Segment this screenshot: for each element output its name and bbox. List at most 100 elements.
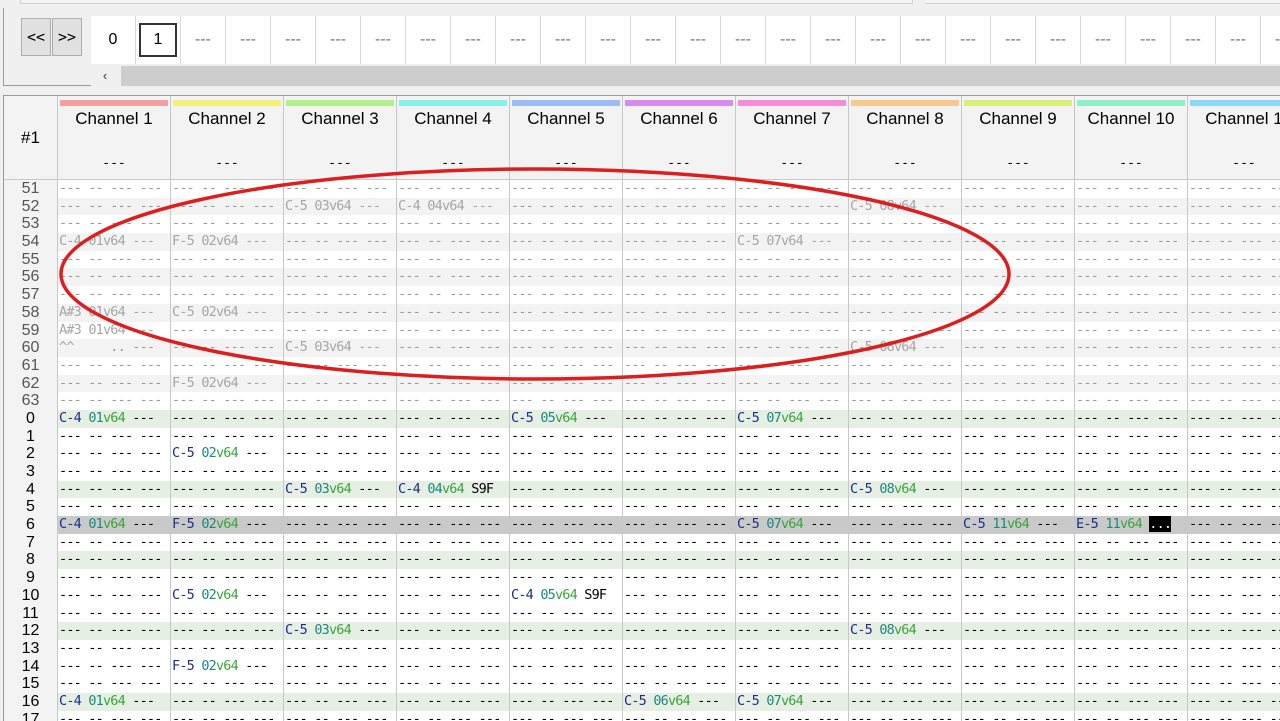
pattern-cell[interactable]: --- -- --- --- — [510, 180, 623, 198]
pattern-cell[interactable]: --- -- --- --- — [623, 551, 736, 570]
pattern-cell[interactable]: --- -- --- --- — [510, 675, 623, 693]
pattern-cell[interactable]: --- -- --- --- — [623, 586, 736, 605]
order-cell[interactable]: --- — [901, 16, 946, 64]
pattern-cell[interactable]: --- -- --- --- — [510, 622, 623, 640]
pattern-cell[interactable]: --- -- --- --- — [397, 586, 510, 605]
pattern-cell[interactable]: --- -- --- --- — [397, 427, 510, 446]
pattern-cell[interactable]: --- -- --- --- — [171, 286, 284, 304]
pattern-cell[interactable]: --- -- --- --- — [1075, 180, 1188, 198]
pattern-cell[interactable]: --- -- --- --- — [962, 710, 1075, 721]
pattern-cell[interactable]: --- -- --- --- — [736, 427, 849, 446]
pattern-cell[interactable]: --- -- --- --- — [736, 569, 849, 587]
pattern-cell[interactable]: --- -- --- --- — [1075, 569, 1188, 587]
pattern-cell[interactable]: --- -- --- --- — [1188, 693, 1280, 711]
pattern-cell[interactable]: --- -- --- --- — [736, 197, 849, 216]
pattern-cell[interactable]: --- -- --- --- — [1075, 692, 1188, 711]
pattern-cell[interactable]: --- -- --- --- — [171, 480, 284, 499]
pattern-cell[interactable]: --- -- --- --- — [1188, 569, 1280, 587]
pattern-cell[interactable]: --- -- --- --- — [510, 268, 623, 287]
pattern-cell[interactable]: --- -- --- --- — [1188, 481, 1280, 499]
pattern-cell[interactable]: --- -- --- --- — [284, 604, 397, 623]
pattern-cell[interactable]: --- -- --- --- — [962, 180, 1075, 198]
pattern-cell[interactable]: --- -- --- --- — [510, 303, 623, 322]
pattern-cell[interactable]: --- -- --- --- — [510, 356, 623, 375]
pattern-cell[interactable]: C-5 11v64 --- — [962, 516, 1075, 534]
pattern-cell[interactable]: --- -- --- --- — [284, 639, 397, 658]
pattern-cell[interactable]: --- -- --- --- — [849, 233, 962, 251]
pattern-cell[interactable]: --- -- --- --- — [736, 586, 849, 605]
pattern-cell[interactable]: --- -- --- --- — [1188, 215, 1280, 233]
scroll-thumb[interactable] — [121, 66, 1280, 86]
pattern-cell[interactable]: --- -- --- --- — [1188, 268, 1280, 286]
pattern-cell[interactable]: --- -- --- --- — [171, 339, 284, 357]
pattern-cell[interactable]: C-4 05v64 S9F — [510, 586, 623, 605]
pattern-cell[interactable]: --- -- --- --- — [510, 551, 623, 570]
pattern-cell[interactable]: C-4 01v64 --- — [58, 409, 171, 428]
pattern-cell[interactable]: --- -- --- --- — [1075, 233, 1188, 251]
pattern-cell[interactable]: C-5 03v64 --- — [284, 622, 397, 640]
pattern-cell[interactable]: --- -- --- --- — [510, 569, 623, 587]
pattern-cell[interactable]: --- -- --- --- — [510, 480, 623, 499]
pattern-cell[interactable]: --- -- --- --- — [623, 445, 736, 463]
pattern-cell[interactable]: --- -- --- --- — [284, 409, 397, 428]
pattern-cell[interactable]: --- -- --- --- — [623, 233, 736, 251]
order-cell[interactable]: --- — [631, 16, 676, 64]
pattern-cell[interactable]: --- -- --- --- — [1075, 339, 1188, 357]
pattern-cell[interactable]: --- -- --- --- — [510, 250, 623, 269]
pattern-cell[interactable]: --- -- --- --- — [171, 498, 284, 517]
pattern-cell[interactable]: --- -- --- --- — [962, 551, 1075, 570]
pattern-cell[interactable]: --- -- --- --- — [849, 303, 962, 322]
pattern-cell[interactable]: --- -- --- --- — [284, 303, 397, 322]
pattern-cell[interactable]: --- -- --- --- — [58, 427, 171, 446]
pattern-cell[interactable]: --- -- --- --- — [1188, 428, 1280, 446]
pattern-cell[interactable]: C-5 08v64 --- — [849, 339, 962, 357]
pattern-cell[interactable]: --- -- --- --- — [1075, 197, 1188, 216]
order-cell[interactable]: --- — [586, 16, 631, 64]
pattern-cell[interactable]: --- -- --- --- — [962, 215, 1075, 234]
channel-header[interactable]: Channel 7 --- — [736, 96, 849, 180]
pattern-cell[interactable]: C-5 02v64 --- — [171, 586, 284, 605]
pattern-cell[interactable]: --- -- --- --- — [1075, 533, 1188, 552]
pattern-cell[interactable]: --- -- --- --- — [962, 427, 1075, 446]
pattern-cell[interactable]: --- -- --- --- — [171, 250, 284, 269]
pattern-cell[interactable]: --- -- --- --- — [849, 445, 962, 463]
pattern-cell[interactable]: --- -- --- --- — [1075, 498, 1188, 517]
order-cell[interactable]: --- — [946, 16, 991, 64]
pattern-cell[interactable]: --- -- --- --- — [1075, 215, 1188, 234]
pattern-cell[interactable]: --- -- --- --- — [623, 286, 736, 304]
pattern-cell[interactable]: --- -- --- --- — [962, 639, 1075, 658]
pattern-cell[interactable]: --- -- --- --- — [58, 286, 171, 304]
pattern-cell[interactable]: --- -- --- --- — [284, 356, 397, 375]
pattern-cell[interactable]: E-5 11v64 ... — [1075, 516, 1188, 534]
pattern-cell[interactable]: --- -- --- --- — [1075, 286, 1188, 304]
order-cell[interactable]: --- — [1036, 16, 1081, 64]
pattern-cell[interactable]: --- -- --- --- — [1075, 604, 1188, 623]
pattern-cell[interactable]: --- -- --- --- — [171, 427, 284, 446]
scroll-left-arrow-icon[interactable]: ‹ — [91, 64, 119, 86]
pattern-cell[interactable]: --- -- --- --- — [962, 569, 1075, 587]
pattern-cell[interactable]: --- -- --- --- — [171, 569, 284, 587]
pattern-cell[interactable]: --- -- --- --- — [623, 303, 736, 322]
pattern-cell[interactable]: --- -- --- --- — [962, 321, 1075, 340]
pattern-cell[interactable]: --- -- --- --- — [284, 215, 397, 234]
pattern-cell[interactable]: --- -- --- --- — [58, 480, 171, 499]
pattern-cell[interactable]: --- -- --- --- — [736, 374, 849, 393]
pattern-cell[interactable]: --- -- --- --- — [623, 356, 736, 375]
pattern-cell[interactable]: --- -- --- --- — [171, 710, 284, 721]
pattern-cell[interactable]: --- -- --- --- — [623, 657, 736, 676]
pattern-cell[interactable]: --- -- --- --- — [510, 533, 623, 552]
pattern-cell[interactable]: --- -- --- --- — [171, 392, 284, 410]
pattern-cell[interactable]: --- -- --- --- — [284, 710, 397, 721]
pattern-cell[interactable]: --- -- --- --- — [1075, 303, 1188, 322]
pattern-cell[interactable]: --- -- --- --- — [171, 321, 284, 340]
pattern-cell[interactable]: --- -- --- --- — [397, 516, 510, 534]
pattern-cell[interactable]: --- -- --- --- — [397, 604, 510, 623]
order-cell[interactable]: 1 — [136, 16, 181, 64]
pattern-cell[interactable]: --- -- --- --- — [736, 356, 849, 375]
pattern-cell[interactable]: C-5 02v64 --- — [171, 445, 284, 463]
order-cell[interactable]: --- — [181, 16, 226, 64]
channel-header[interactable]: Channel 9 --- — [962, 96, 1075, 180]
pattern-cell[interactable]: --- -- --- --- — [171, 215, 284, 234]
channel-header[interactable]: Channel 1 --- — [58, 96, 171, 180]
pattern-cell[interactable]: --- -- --- --- — [510, 427, 623, 446]
